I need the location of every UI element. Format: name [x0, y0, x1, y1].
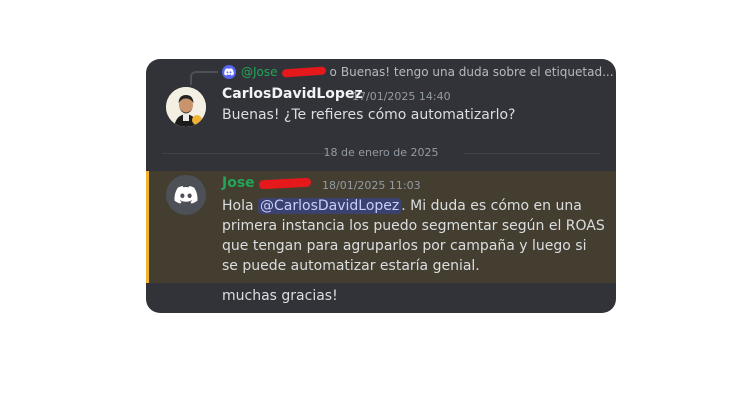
message-text: Buenas! ¿Te refieres cómo automatizarlo? [222, 107, 516, 123]
discord-logo-icon [222, 65, 236, 79]
reply-author[interactable]: @Jose [241, 65, 278, 79]
message-author[interactable]: CarlosDavidLopez [222, 86, 363, 102]
author-name[interactable]: Jose [222, 175, 255, 191]
message-text: muchas gracias! [222, 288, 338, 304]
avatar[interactable] [166, 87, 206, 127]
message-timestamp: 17/01/2025 14:40 [352, 90, 451, 103]
reply-connector [190, 71, 218, 85]
user-mention[interactable]: @CarlosDavidLopez [258, 198, 402, 214]
message-author[interactable]: Jose [222, 175, 311, 191]
reply-reference[interactable]: @Jose o Buenas! tengo una duda sobre el … [222, 64, 614, 80]
date-divider: 18 de enero de 2025 [323, 146, 439, 159]
chat-card: @Jose o Buenas! tengo una duda sobre el … [146, 59, 616, 313]
message-text: Hola @CarlosDavidLopez. Mi duda es cómo … [222, 196, 606, 276]
discord-logo-icon[interactable] [166, 175, 206, 215]
reply-author-tail: o [329, 65, 337, 79]
redaction-mark [258, 177, 311, 189]
message-timestamp: 18/01/2025 11:03 [322, 179, 421, 192]
redaction-mark [281, 66, 326, 78]
reply-preview[interactable]: Buenas! tengo una duda sobre el etiqueta… [341, 65, 614, 79]
message-text-start: Hola [222, 198, 259, 214]
